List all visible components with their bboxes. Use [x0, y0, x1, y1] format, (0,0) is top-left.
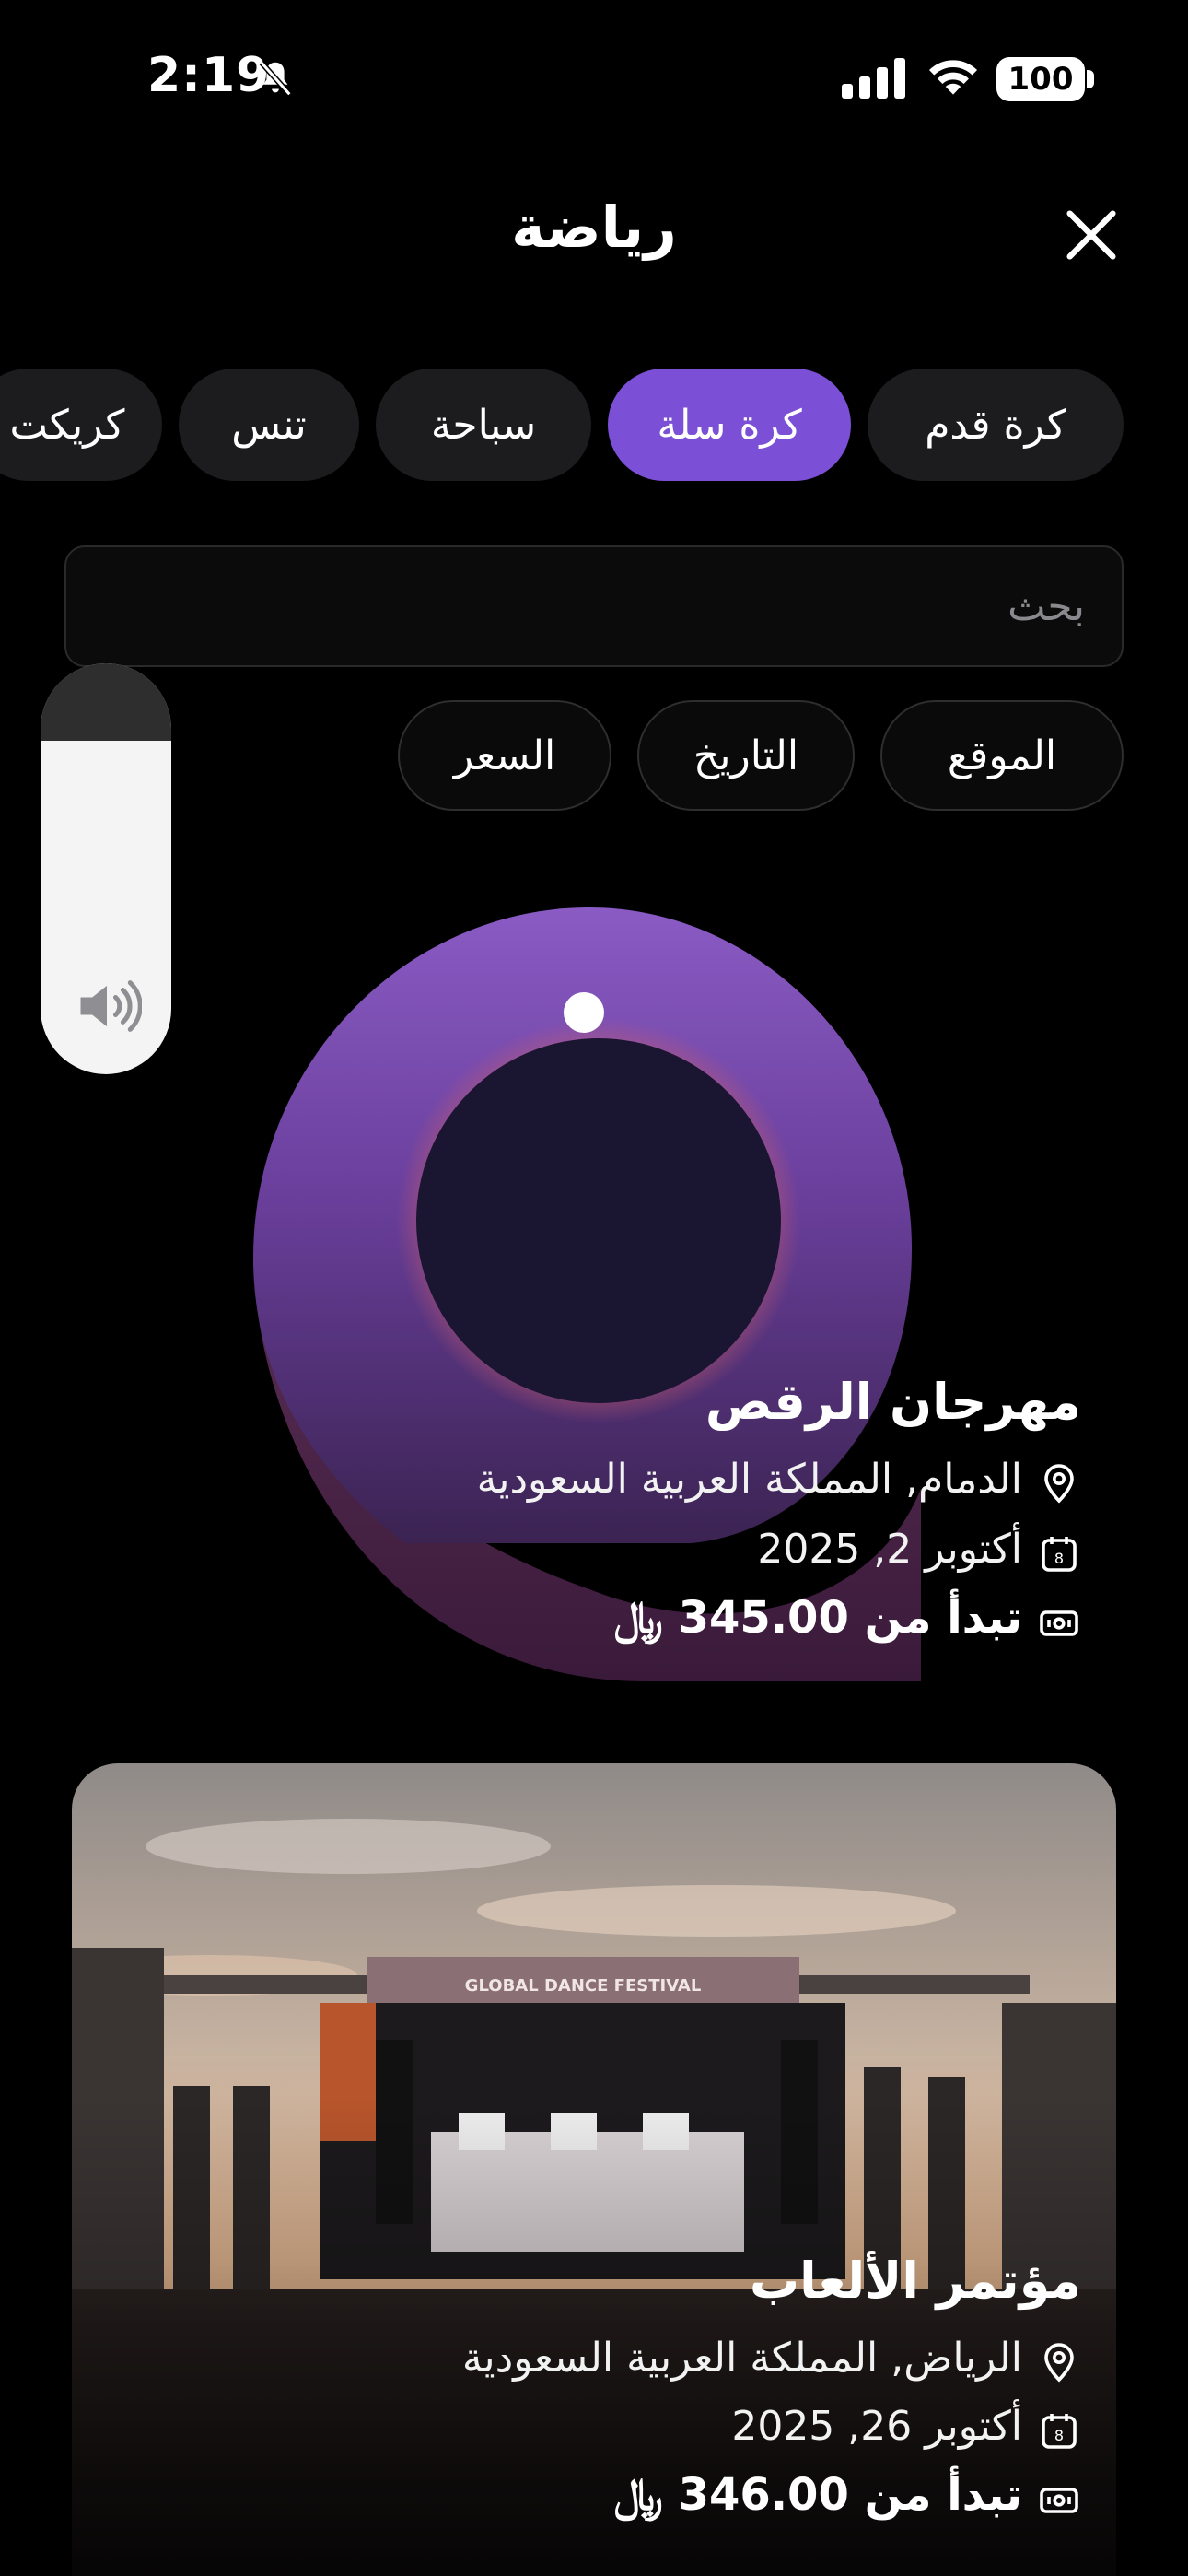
- status-time: 2:19: [147, 48, 271, 103]
- stage-banner: GLOBAL DANCE FESTIVAL: [465, 1976, 702, 1996]
- category-chip-basketball[interactable]: كرة سلة: [608, 369, 851, 481]
- close-icon[interactable]: [1059, 203, 1124, 267]
- ticket-icon: [1040, 2488, 1078, 2513]
- filter-location[interactable]: الموقع: [880, 700, 1124, 811]
- speaker-icon: [80, 980, 142, 1032]
- event-price: تبدأ من 345.00 ﷼: [613, 1592, 1022, 1644]
- status-bar: 2:19 100: [0, 0, 1188, 157]
- battery-indicator: 100: [996, 57, 1085, 101]
- event-price: تبدأ من 346.00 ﷼: [613, 2469, 1022, 2521]
- filter-date[interactable]: التاريخ: [637, 700, 855, 811]
- event-date: أكتوبر 26, 2025: [731, 2403, 1022, 2450]
- wifi-icon: [928, 60, 978, 95]
- category-chip-label: سباحة: [430, 401, 537, 449]
- location-pin-icon: [1044, 2343, 1074, 2383]
- battery-cap: [1087, 70, 1094, 88]
- svg-text:8: 8: [1054, 1550, 1064, 1567]
- category-chip-label: كرة قدم: [925, 401, 1066, 449]
- filter-label: التاريخ: [693, 732, 799, 779]
- calendar-icon: 8: [1042, 2414, 1077, 2449]
- category-chip-label: كريكت: [9, 401, 125, 449]
- event-title[interactable]: مهرجان الرقص: [705, 1373, 1081, 1431]
- filter-label: السعر: [453, 732, 556, 779]
- ticket-icon: [1040, 1610, 1078, 1636]
- page-title: رياضة: [511, 193, 677, 261]
- volume-hud[interactable]: [41, 663, 171, 1074]
- event-location: الدمام, المملكة العربية السعودية: [476, 1456, 1022, 1503]
- bell-muted-icon: [259, 60, 292, 97]
- category-chip-football[interactable]: كرة قدم: [868, 369, 1124, 481]
- search-field[interactable]: [64, 545, 1124, 667]
- category-chip-swimming[interactable]: سباحة: [376, 369, 591, 481]
- battery-level: 100: [1007, 61, 1074, 98]
- svg-text:8: 8: [1054, 2427, 1064, 2444]
- category-chip-tennis[interactable]: تنس: [179, 369, 359, 481]
- category-chip-cricket[interactable]: كريكت: [0, 369, 162, 481]
- filter-label: الموقع: [947, 732, 1057, 779]
- filter-price[interactable]: السعر: [398, 700, 611, 811]
- volume-level-empty: [41, 663, 171, 741]
- calendar-icon: 8: [1042, 1537, 1077, 1572]
- category-chip-label: كرة سلة: [657, 401, 802, 449]
- event-date: أكتوبر 2, 2025: [757, 1526, 1022, 1573]
- cellular-signal-icon: [842, 58, 905, 99]
- event-location: الرياض, المملكة العربية السعودية: [461, 2335, 1022, 2382]
- category-chip-label: تنس: [231, 401, 307, 449]
- event-title[interactable]: مؤتمر الألعاب: [750, 2252, 1081, 2310]
- search-input[interactable]: [66, 547, 1122, 665]
- location-pin-icon: [1044, 1464, 1074, 1504]
- event-photo[interactable]: GLOBAL DANCE FESTIVAL: [72, 1763, 1116, 2576]
